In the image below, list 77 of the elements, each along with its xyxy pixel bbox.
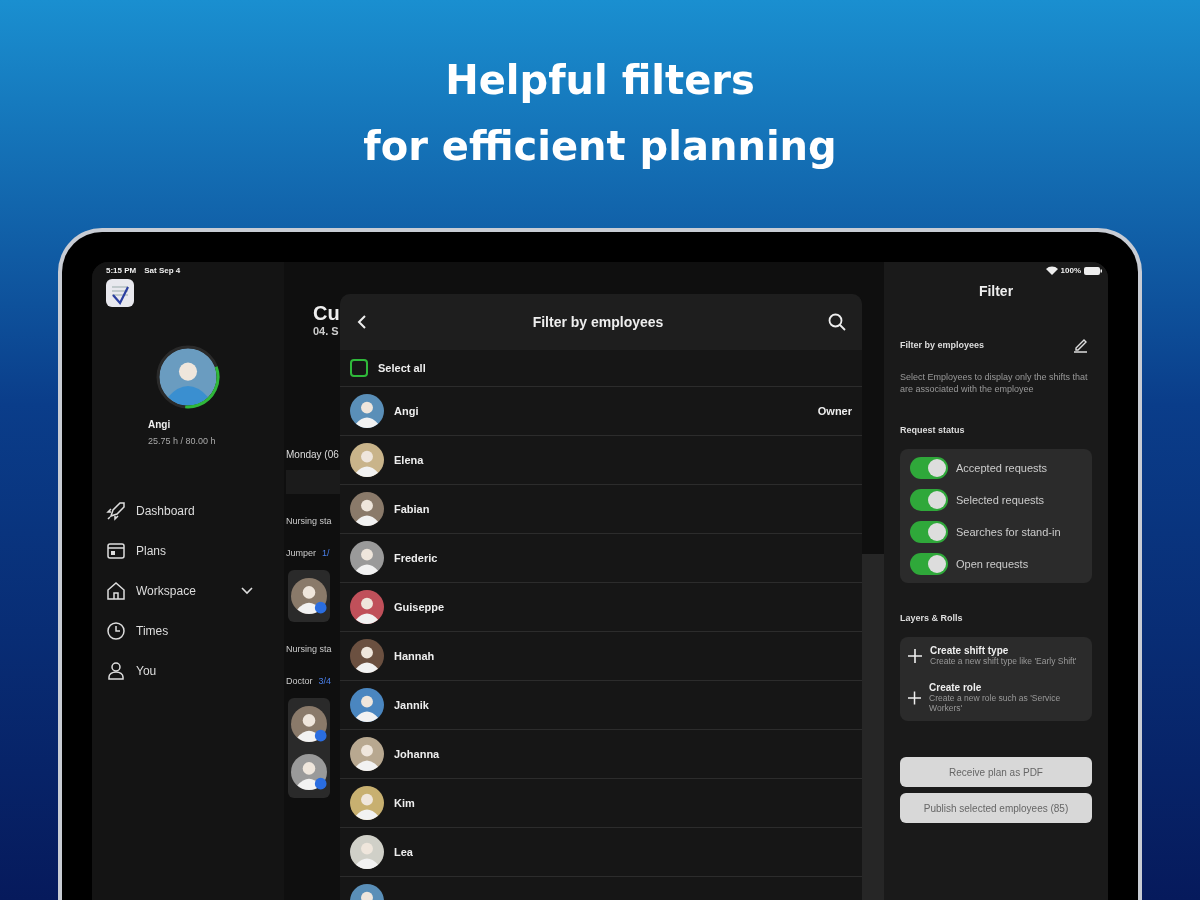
shift-card[interactable] [288, 698, 330, 798]
create-action[interactable]: Create role Create a new role such as 'Service Workers' [908, 682, 1084, 713]
chevron-left-icon [356, 314, 368, 330]
employee-row[interactable]: Johanna [340, 730, 862, 779]
toggle-label: Accepted requests [956, 462, 1048, 474]
employee-row[interactable]: Angi Owner [340, 387, 862, 436]
employee-row[interactable]: Fabian [340, 485, 862, 534]
nav-item[interactable]: Times [106, 618, 270, 644]
house-icon [106, 581, 126, 601]
section-heading: Filter by employees [900, 340, 985, 350]
employee-row[interactable]: Hannah [340, 632, 862, 681]
status-time: 5:15 PM [106, 266, 137, 275]
panel-title: Filter [977, 283, 1015, 299]
battery-icon [1084, 266, 1102, 275]
rocket-icon [106, 501, 126, 521]
panel-button[interactable]: Receive plan as PDF [900, 757, 1092, 787]
avatar [350, 688, 384, 722]
avatar [350, 541, 384, 575]
avatar [350, 737, 384, 771]
avatar [350, 835, 384, 869]
create-action[interactable]: Create shift type Create a new shift type like 'Early Shift' [908, 645, 1084, 666]
employee-row[interactable]: Guiseppe [340, 583, 862, 632]
employee-row[interactable]: Frederic [340, 534, 862, 583]
calendar-icon [106, 541, 126, 561]
battery-percent: 100% [1060, 266, 1081, 275]
plan-title: Cu [313, 302, 341, 325]
toggle-switch[interactable] [910, 521, 948, 543]
group-label: Nursing sta [286, 516, 332, 526]
checkbox[interactable] [350, 359, 368, 377]
clock-icon [106, 621, 126, 641]
toggle-label: Searches for stand-in [956, 526, 1061, 538]
section-heading: Layers & Rolls [900, 613, 964, 623]
nav-item[interactable]: Workspace [106, 578, 270, 604]
employee-row[interactable]: Jannik [340, 681, 862, 730]
employee-row[interactable]: Elena [340, 436, 862, 485]
avatar [350, 590, 384, 624]
role-label: Owner [817, 405, 852, 417]
select-all-label: Select all [378, 362, 427, 374]
nav-item[interactable]: Dashboard [106, 498, 270, 524]
toggle-switch[interactable] [910, 553, 948, 575]
wifi-icon [1045, 266, 1058, 275]
section-description: Select Employees to display only the shifts that are associated with the employee [900, 371, 1089, 395]
dialog-title: Filter by employees [532, 314, 664, 330]
profile-name: Angi [148, 419, 172, 430]
panel-button[interactable]: Publish selected employees (85) [900, 793, 1092, 823]
profile-hours: 25.75 h / 80.00 h [148, 436, 217, 446]
headline: Helpful filters [445, 56, 755, 105]
avatar [350, 639, 384, 673]
employee-row[interactable]: Kim [340, 779, 862, 828]
search-icon [828, 313, 846, 331]
shift-card[interactable] [288, 570, 330, 622]
avatar [350, 443, 384, 477]
employee-row[interactable]: Lea [340, 828, 862, 877]
headline: for efficient planning [363, 122, 837, 171]
avatar [350, 786, 384, 820]
app-logo-icon [106, 279, 134, 307]
group-label: Jumper [286, 548, 316, 558]
plus-icon [908, 648, 922, 663]
section-heading: Request status [900, 425, 966, 435]
person-icon [106, 661, 126, 681]
plus-icon [908, 690, 922, 705]
toggle-switch[interactable] [910, 489, 948, 511]
group-label: Doctor [286, 676, 313, 686]
toggle-label: Open requests [956, 558, 1029, 570]
nav-item[interactable]: Plans [106, 538, 270, 564]
toggle-switch[interactable] [910, 457, 948, 479]
avatar [350, 492, 384, 526]
shift-count: 3/4 [318, 676, 332, 686]
plan-date: 04. S [313, 325, 340, 337]
shift-count: 1/ [322, 548, 330, 558]
pencil-icon [1072, 337, 1088, 353]
avatar [350, 394, 384, 428]
nav-item[interactable]: You [106, 658, 270, 684]
toggle-label: Selected requests [956, 494, 1045, 506]
status-date: Sat Sep 4 [144, 266, 181, 275]
group-label: Nursing sta [286, 644, 332, 654]
day-label: Monday (06 [286, 449, 340, 460]
